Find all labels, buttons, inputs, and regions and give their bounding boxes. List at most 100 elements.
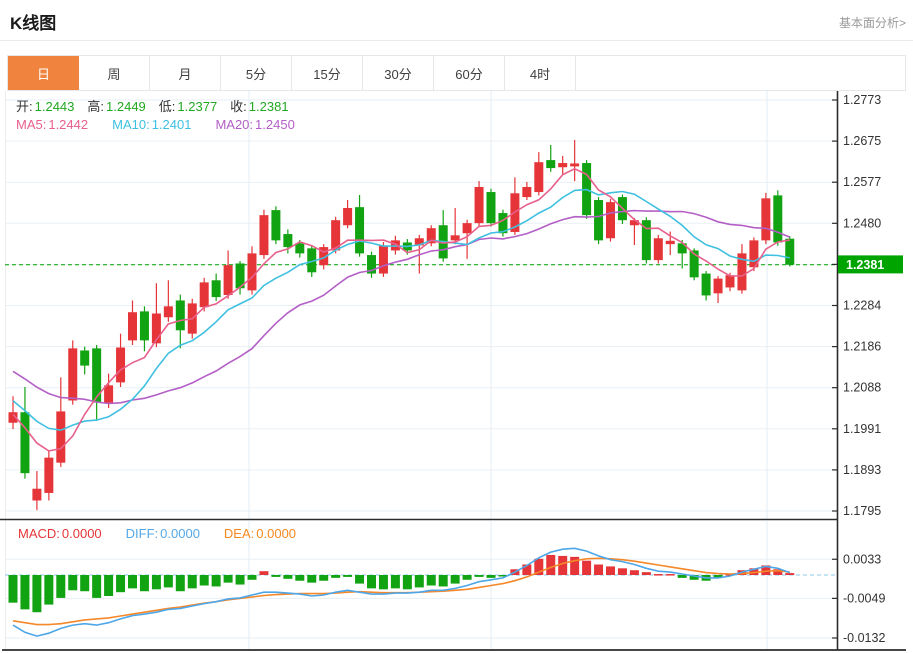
candle-body [271, 210, 281, 241]
current-price-tag-label: 1.2381 [846, 258, 884, 272]
macd-bar [56, 575, 66, 598]
legend-value: 0.0000 [256, 526, 297, 541]
macd-bar [307, 575, 317, 583]
legend-value: 1.2443 [34, 99, 75, 114]
candle-body [295, 243, 305, 254]
candle-body [44, 457, 54, 493]
macd-bar [558, 555, 568, 575]
candle-body [546, 160, 556, 169]
candle-body [450, 235, 460, 241]
tab-30分[interactable]: 30分 [363, 56, 434, 90]
legend-label: MA5: [16, 117, 47, 132]
tab-5分[interactable]: 5分 [221, 56, 292, 90]
tab-周[interactable]: 周 [79, 56, 150, 90]
macd-bar [378, 575, 388, 590]
macd-bar [629, 570, 639, 575]
period-tabs: 日周月 5分 15分 30分 60分 4时 [7, 55, 906, 91]
macd-bar [223, 575, 233, 583]
macd-bar [617, 568, 627, 575]
widget-header: K线图 基本面分析> [0, 0, 913, 41]
macd-bar [235, 575, 245, 585]
macd-bar [785, 573, 795, 575]
legend-label: 收: [230, 99, 247, 114]
macd-bar [402, 575, 412, 590]
macd-bar [546, 554, 556, 575]
tab-15分[interactable]: 15分 [292, 56, 363, 90]
macd-bar [175, 575, 185, 592]
grid-lines [5, 91, 837, 650]
macd-bar [283, 575, 293, 579]
macd-axis-label: -0.0132 [843, 631, 885, 645]
macd-bar [414, 575, 424, 588]
macd-bar [44, 575, 54, 605]
candle-body [163, 306, 173, 318]
macd-bar [594, 564, 604, 575]
y-axis-label: 1.2773 [843, 93, 881, 107]
macd-bar [367, 575, 376, 589]
legend-value: 1.2401 [151, 117, 192, 132]
macd-bar [92, 575, 102, 598]
tabs-filler [576, 56, 905, 90]
y-axis-label: 1.2186 [843, 340, 881, 354]
y-axis-label: 1.2577 [843, 175, 881, 189]
candle-body [474, 186, 484, 224]
fundamental-analysis-link[interactable]: 基本面分析> [839, 14, 906, 31]
candle-body [558, 163, 568, 168]
legend-label: 低: [158, 99, 176, 114]
macd-bar [271, 575, 281, 577]
candle-body [223, 265, 233, 295]
y-axis-labels: 1.2773 1.2675 1.2577 1.2480 1.2381 1.2284 1.21… [832, 93, 903, 645]
candle-body [355, 207, 365, 254]
legend-label: MA10: [112, 117, 150, 132]
macd-bar [68, 575, 78, 591]
candle-body [653, 238, 663, 261]
macd-bar [211, 575, 221, 587]
tab-日[interactable]: 日 [8, 56, 79, 90]
candle-body [56, 411, 66, 463]
legend-value: 1.2381 [248, 99, 289, 114]
candle-body [665, 240, 675, 245]
macd-bar [20, 575, 30, 610]
macd-bar [450, 575, 460, 584]
tab-月[interactable]: 月 [150, 56, 221, 90]
candle-body [199, 282, 209, 308]
kline-widget: 1.2773 1.2675 1.2577 1.2480 1.2381 1.2284 1.21… [0, 0, 913, 653]
candles [8, 139, 795, 511]
y-axis-label: 1.2480 [843, 216, 881, 230]
macd-bar [116, 575, 126, 593]
macd-bar [677, 575, 687, 578]
tab-4时[interactable]: 4时 [505, 56, 576, 90]
legend-value: 1.2442 [48, 117, 89, 132]
legend-value: 1.2450 [255, 117, 295, 132]
candle-body [68, 348, 78, 401]
macd-bar [104, 575, 114, 596]
legend-label: 高: [87, 99, 105, 114]
macd-bar [32, 575, 42, 613]
candle-body [606, 202, 615, 239]
macd-bar [259, 571, 269, 575]
tab-60分[interactable]: 60分 [434, 56, 505, 90]
macd-bar [80, 575, 90, 592]
candle-body [259, 215, 269, 256]
dea-line [12, 557, 790, 626]
candle-body [785, 238, 795, 265]
candle-body [139, 311, 149, 341]
macd-axis-label: 0.0033 [843, 552, 881, 566]
y-axis-label: 1.1893 [843, 463, 881, 477]
ohlc-legend: 开: 1.2443 高: 1.2449 低: 1.2377 收: 1.2381 [16, 96, 289, 115]
macd-bar [8, 575, 18, 603]
macd-bar [582, 560, 592, 575]
page-title: K线图 [10, 14, 57, 33]
candle-body [128, 312, 137, 341]
candle-body [283, 234, 293, 248]
macd-bar [163, 575, 173, 588]
macd-bar [343, 575, 353, 577]
ma10-line [12, 188, 790, 432]
y-axis-label: 1.2284 [843, 299, 881, 313]
legend-value: 1.2377 [177, 99, 218, 114]
macd-bar [151, 575, 161, 590]
legend-label: 开: [16, 99, 33, 114]
candle-body [80, 350, 90, 366]
legend-label: DEA: [223, 526, 255, 541]
macd-bar [438, 575, 448, 587]
